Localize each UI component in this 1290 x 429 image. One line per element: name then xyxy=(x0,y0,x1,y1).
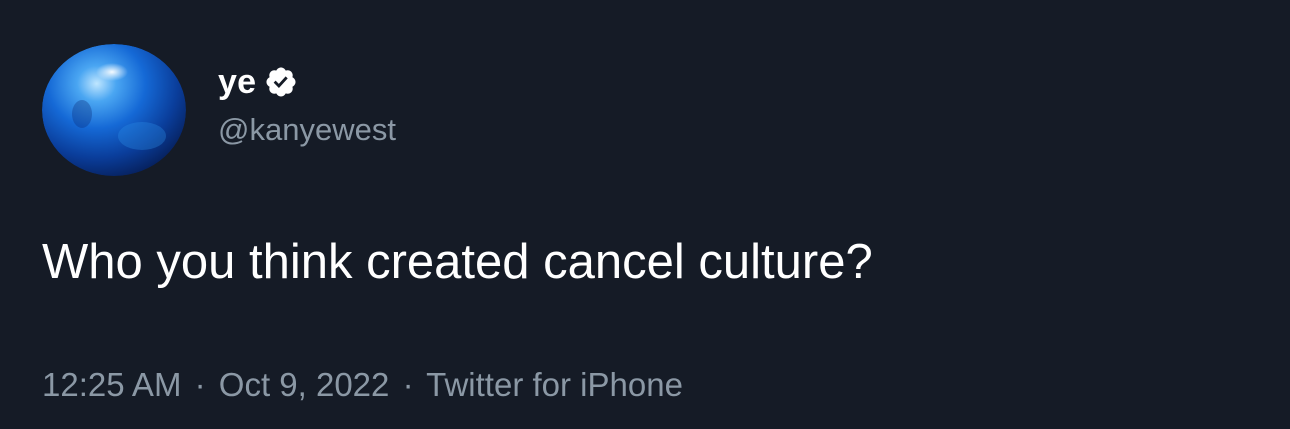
tweet-meta: 12:25 AM · Oct 9, 2022 · Twitter for iPh… xyxy=(42,363,683,407)
tweet-card: ye @kanyewest Who you think created canc… xyxy=(0,0,1290,429)
user-info: ye @kanyewest xyxy=(218,44,396,148)
name-row: ye xyxy=(218,62,396,102)
tweet-header: ye @kanyewest xyxy=(42,44,396,176)
tweet-text: Who you think created cancel culture? xyxy=(42,235,873,289)
tweet-source[interactable]: Twitter for iPhone xyxy=(426,366,683,403)
avatar[interactable] xyxy=(42,44,186,176)
meta-separator: · xyxy=(194,366,206,403)
verified-badge-icon xyxy=(266,67,296,97)
meta-separator: · xyxy=(402,366,414,403)
display-name[interactable]: ye xyxy=(218,63,256,102)
user-handle[interactable]: @kanyewest xyxy=(218,112,396,148)
tweet-time[interactable]: 12:25 AM xyxy=(42,366,181,403)
tweet-date[interactable]: Oct 9, 2022 xyxy=(219,366,390,403)
